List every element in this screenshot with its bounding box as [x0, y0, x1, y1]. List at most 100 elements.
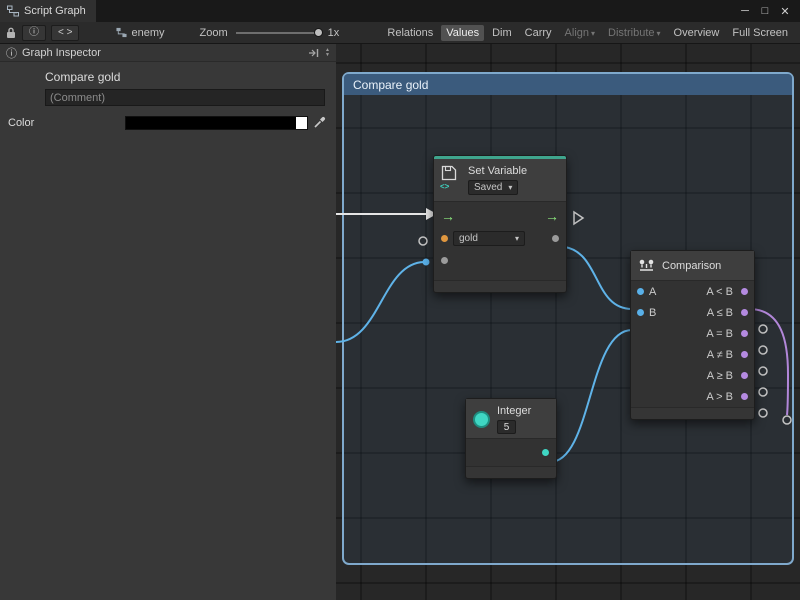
flow-input-port[interactable]: →	[441, 209, 455, 223]
window-controls: ─ □ ✕	[736, 5, 800, 18]
output-label-lt: A < B	[706, 286, 733, 298]
comment-input[interactable]	[45, 89, 325, 106]
align-label: Align	[565, 27, 589, 39]
node-set-variable[interactable]: <> Set Variable Saved▾ → →	[433, 155, 567, 293]
variable-kind-dropdown[interactable]: Saved▾	[468, 180, 518, 195]
port-row: A ≥ B	[631, 365, 754, 386]
group-title: Compare gold	[353, 78, 428, 92]
distribute-button[interactable]: Distribute▾	[603, 25, 665, 41]
full-screen-button[interactable]: Full Screen	[727, 25, 793, 41]
output-label-eq: A = B	[706, 328, 733, 340]
tab-title: Script Graph	[24, 5, 86, 17]
port-row: A A < B	[631, 281, 754, 302]
node-comparison[interactable]: Comparison A A < B B A ≤ B	[630, 250, 755, 420]
chevron-down-icon: ▾	[657, 29, 661, 38]
group-header[interactable]: Compare gold	[344, 74, 792, 95]
dock-panel-icon[interactable]	[308, 48, 319, 58]
flow-output-port[interactable]: →	[545, 209, 559, 223]
maximize-button[interactable]: □	[756, 5, 774, 18]
output-port-neq[interactable]	[741, 351, 748, 358]
distribute-label: Distribute	[608, 27, 654, 39]
integer-output-port[interactable]	[542, 449, 549, 456]
output-port-eq[interactable]	[741, 330, 748, 337]
carry-button[interactable]: Carry	[520, 25, 557, 41]
set-variable-body: → → gold▾	[434, 202, 566, 280]
input-label-a: A	[649, 286, 656, 298]
integer-header[interactable]: Integer 5	[466, 399, 556, 439]
output-port-lt[interactable]	[741, 288, 748, 295]
zoom-label: Zoom	[200, 27, 228, 39]
graph-asset-icon	[116, 27, 127, 38]
integer-body	[466, 439, 556, 466]
value-input-port[interactable]	[441, 257, 448, 264]
variable-name-dropdown[interactable]: gold▾	[453, 231, 525, 246]
eyedropper-icon[interactable]	[313, 115, 326, 129]
graph-inspector-panel: ⓘ Graph Inspector ▲ ▼ Compare gold Color	[0, 44, 336, 600]
integer-value-field[interactable]: 5	[497, 420, 516, 434]
input-port-a[interactable]	[637, 288, 644, 295]
values-button[interactable]: Values	[441, 25, 484, 41]
output-label-lte: A ≤ B	[707, 307, 733, 319]
chevron-down-icon: ▾	[591, 29, 595, 38]
relations-button[interactable]: Relations	[382, 25, 438, 41]
node-footer	[434, 280, 566, 292]
zoom-slider[interactable]	[236, 32, 320, 34]
unity-script-graph-window: Script Graph ─ □ ✕ ⓘ < > enemy Zoom	[0, 0, 800, 600]
overview-button[interactable]: Overview	[669, 25, 725, 41]
inspector-header-controls: ▲ ▼	[308, 48, 330, 58]
code-view-button[interactable]: < >	[51, 25, 79, 41]
comparison-icon	[638, 259, 655, 272]
graph-title: Compare gold	[45, 70, 120, 84]
node-footer	[631, 407, 754, 419]
comparison-header[interactable]: Comparison	[631, 251, 754, 281]
variable-name-row: gold▾	[434, 227, 566, 249]
set-variable-header[interactable]: <> Set Variable Saved▾	[434, 159, 566, 202]
scroll-spinner[interactable]: ▲ ▼	[325, 48, 330, 58]
output-label-gt: A > B	[706, 391, 733, 403]
zoom-value: 1x	[328, 27, 340, 39]
spinner-down-icon[interactable]: ▼	[325, 53, 330, 58]
graph-canvas[interactable]: Compare gold	[336, 44, 800, 600]
set-variable-head-text: Set Variable Saved▾	[468, 165, 527, 195]
value-output-port[interactable]	[552, 235, 559, 242]
minimize-button[interactable]: ─	[736, 5, 754, 18]
node-title: Set Variable	[468, 165, 527, 177]
script-graph-icon	[7, 5, 19, 17]
value-input-row	[434, 249, 566, 271]
integer-head-text: Integer 5	[497, 405, 531, 434]
graph-inspector-header: ⓘ Graph Inspector ▲ ▼	[0, 44, 336, 62]
variable-code-badge: <>	[440, 182, 449, 191]
graph-reference[interactable]: enemy	[116, 27, 164, 39]
variable-kind-value: Saved	[474, 182, 502, 193]
lock-icon[interactable]	[5, 26, 17, 39]
port-row: A ≠ B	[631, 344, 754, 365]
input-port-b[interactable]	[637, 309, 644, 316]
output-port-gt[interactable]	[741, 393, 748, 400]
graph-reference-label: enemy	[131, 27, 164, 39]
port-row: A = B	[631, 323, 754, 344]
tab-script-graph[interactable]: Script Graph	[0, 0, 96, 22]
node-title: Integer	[497, 405, 531, 417]
variable-name-port[interactable]	[441, 235, 448, 242]
close-button[interactable]: ✕	[776, 5, 794, 18]
output-port-lte[interactable]	[741, 309, 748, 316]
color-field-label: Color	[8, 117, 34, 129]
toolbar-buttons: Relations Values Dim Carry Align▾ Distri…	[382, 25, 795, 41]
alpha-chip	[296, 117, 307, 129]
info-toggle-button[interactable]: ⓘ	[22, 25, 46, 41]
comparison-rows: A A < B B A ≤ B A = B	[631, 281, 754, 407]
port-row: A > B	[631, 386, 754, 407]
zoom-slider-thumb[interactable]	[314, 28, 323, 37]
output-port-gte[interactable]	[741, 372, 748, 379]
flow-row: → →	[434, 205, 566, 227]
align-button[interactable]: Align▾	[560, 25, 600, 41]
dim-button[interactable]: Dim	[487, 25, 517, 41]
node-title: Comparison	[662, 260, 721, 272]
window-titlebar: Script Graph ─ □ ✕	[0, 0, 800, 22]
node-footer	[466, 466, 556, 478]
graph-inspector-title: Graph Inspector	[22, 47, 101, 59]
color-swatch[interactable]	[125, 116, 308, 130]
port-row: B A ≤ B	[631, 302, 754, 323]
node-integer[interactable]: Integer 5	[465, 398, 557, 479]
info-icon: ⓘ	[6, 45, 17, 61]
